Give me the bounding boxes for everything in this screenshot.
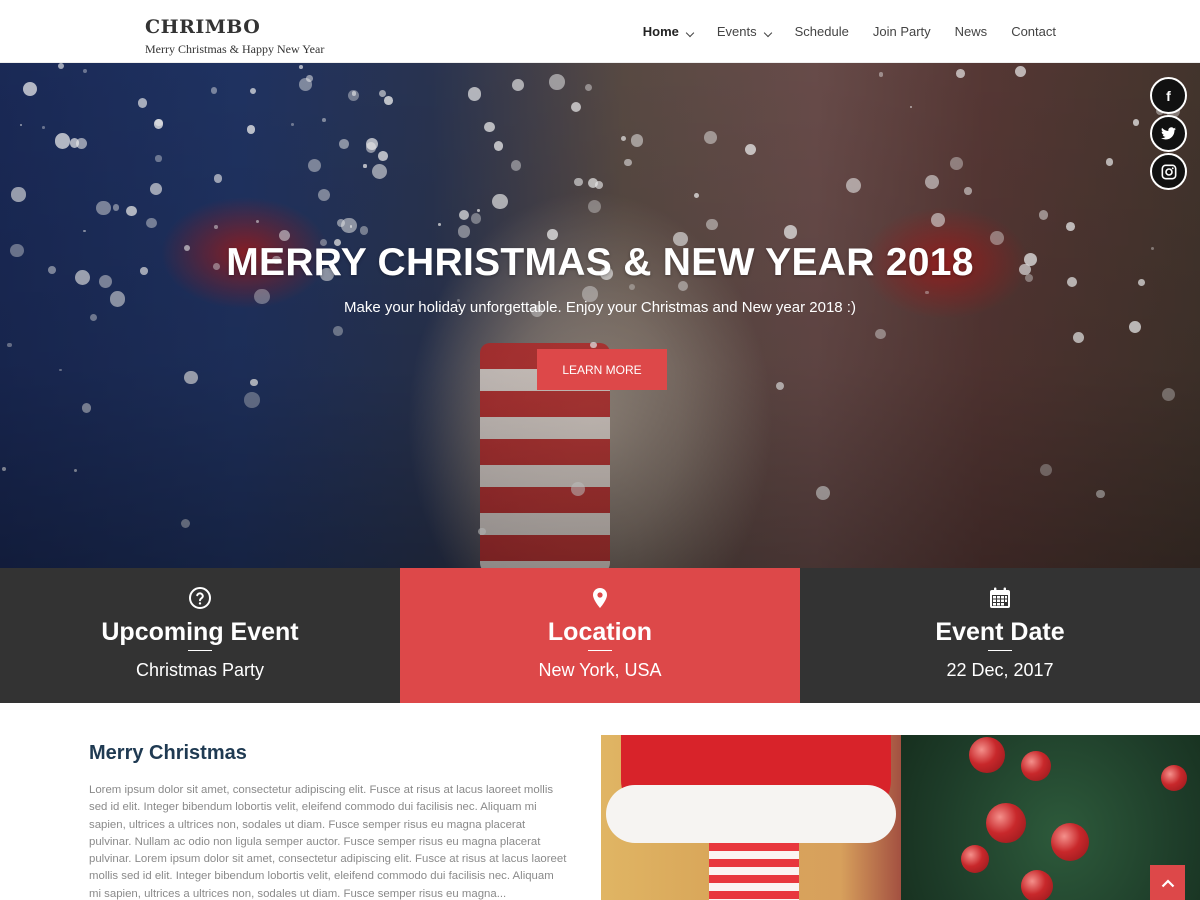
ornament-image (1021, 751, 1051, 781)
site-title[interactable]: CHRIMBO (145, 15, 324, 39)
nav-item-label: Schedule (794, 24, 849, 39)
nav-item-label: News (954, 24, 988, 39)
info-value: 22 Dec, 2017 (946, 660, 1054, 680)
info-title: Upcoming Event (101, 618, 299, 646)
chevron-down-icon (763, 28, 772, 37)
striped-stocking-image (709, 843, 799, 900)
ornament-image (986, 803, 1026, 843)
chevron-down-icon (685, 28, 695, 37)
twitter-icon (1161, 127, 1176, 140)
map-marker-icon (593, 588, 607, 608)
info-location: Location New York, USA (400, 568, 800, 703)
nav-item-contact[interactable]: Contact (1011, 24, 1056, 39)
nav-item-home[interactable]: Home (642, 24, 695, 39)
info-value: Christmas Party (135, 660, 265, 680)
ornament-image (1161, 765, 1187, 791)
info-event-date: Event Date 22 Dec, 2017 (800, 568, 1200, 703)
nav-item-schedule[interactable]: Schedule (795, 24, 849, 39)
ornament-image (961, 845, 989, 873)
question-circle-icon (189, 587, 211, 609)
main-nav: Home Events Schedule Join Party News Con… (619, 0, 1056, 63)
facebook-link[interactable]: f (1150, 77, 1187, 114)
info-title: Event Date (935, 618, 1065, 646)
brand[interactable]: CHRIMBO Merry Christmas & Happy New Year (145, 15, 324, 57)
nav-item-join-party[interactable]: Join Party (873, 24, 931, 39)
scroll-to-top-button[interactable] (1150, 865, 1185, 900)
article-title: Merry Christmas (89, 742, 247, 764)
nav-item-news[interactable]: News (955, 24, 988, 39)
fur-trim-image (606, 785, 896, 843)
hero-title: MERRY CHRISTMAS & NEW YEAR 2018 (226, 241, 974, 284)
christmas-photo (601, 735, 1200, 900)
learn-more-button[interactable]: LEARN MORE (537, 349, 667, 390)
info-upcoming-event: Upcoming Event Christmas Party (0, 568, 400, 703)
calendar-icon (990, 587, 1010, 608)
info-divider (588, 650, 612, 651)
chevron-up-icon (1161, 878, 1174, 887)
info-divider (988, 650, 1012, 651)
info-title: Location (547, 618, 653, 646)
hero-banner: MERRY CHRISTMAS & NEW YEAR 2018 Make you… (0, 63, 1200, 568)
nav-item-label: Contact (1011, 24, 1056, 39)
ornament-image (1051, 823, 1089, 861)
nav-item-events[interactable]: Events (716, 24, 772, 39)
twitter-link[interactable] (1150, 115, 1187, 152)
article-body: Lorem ipsum dolor sit amet, consectetur … (89, 784, 567, 900)
nav-item-label: Home (642, 24, 679, 39)
site-tagline: Merry Christmas & Happy New Year (145, 42, 325, 56)
site-header: CHRIMBO Merry Christmas & Happy New Year… (0, 0, 1200, 63)
info-value: New York, USA (538, 660, 662, 680)
nav-item-label: Events (716, 24, 757, 39)
instagram-link[interactable] (1150, 153, 1187, 190)
nav-item-label: Join Party (872, 24, 931, 39)
instagram-icon (1161, 164, 1176, 179)
ornament-image (969, 737, 1005, 773)
facebook-icon: f (1166, 87, 1171, 104)
hero-subtitle: Make your holiday unforgettable. Enjoy y… (344, 299, 856, 316)
info-divider (188, 650, 212, 651)
ornament-image (1021, 870, 1053, 900)
